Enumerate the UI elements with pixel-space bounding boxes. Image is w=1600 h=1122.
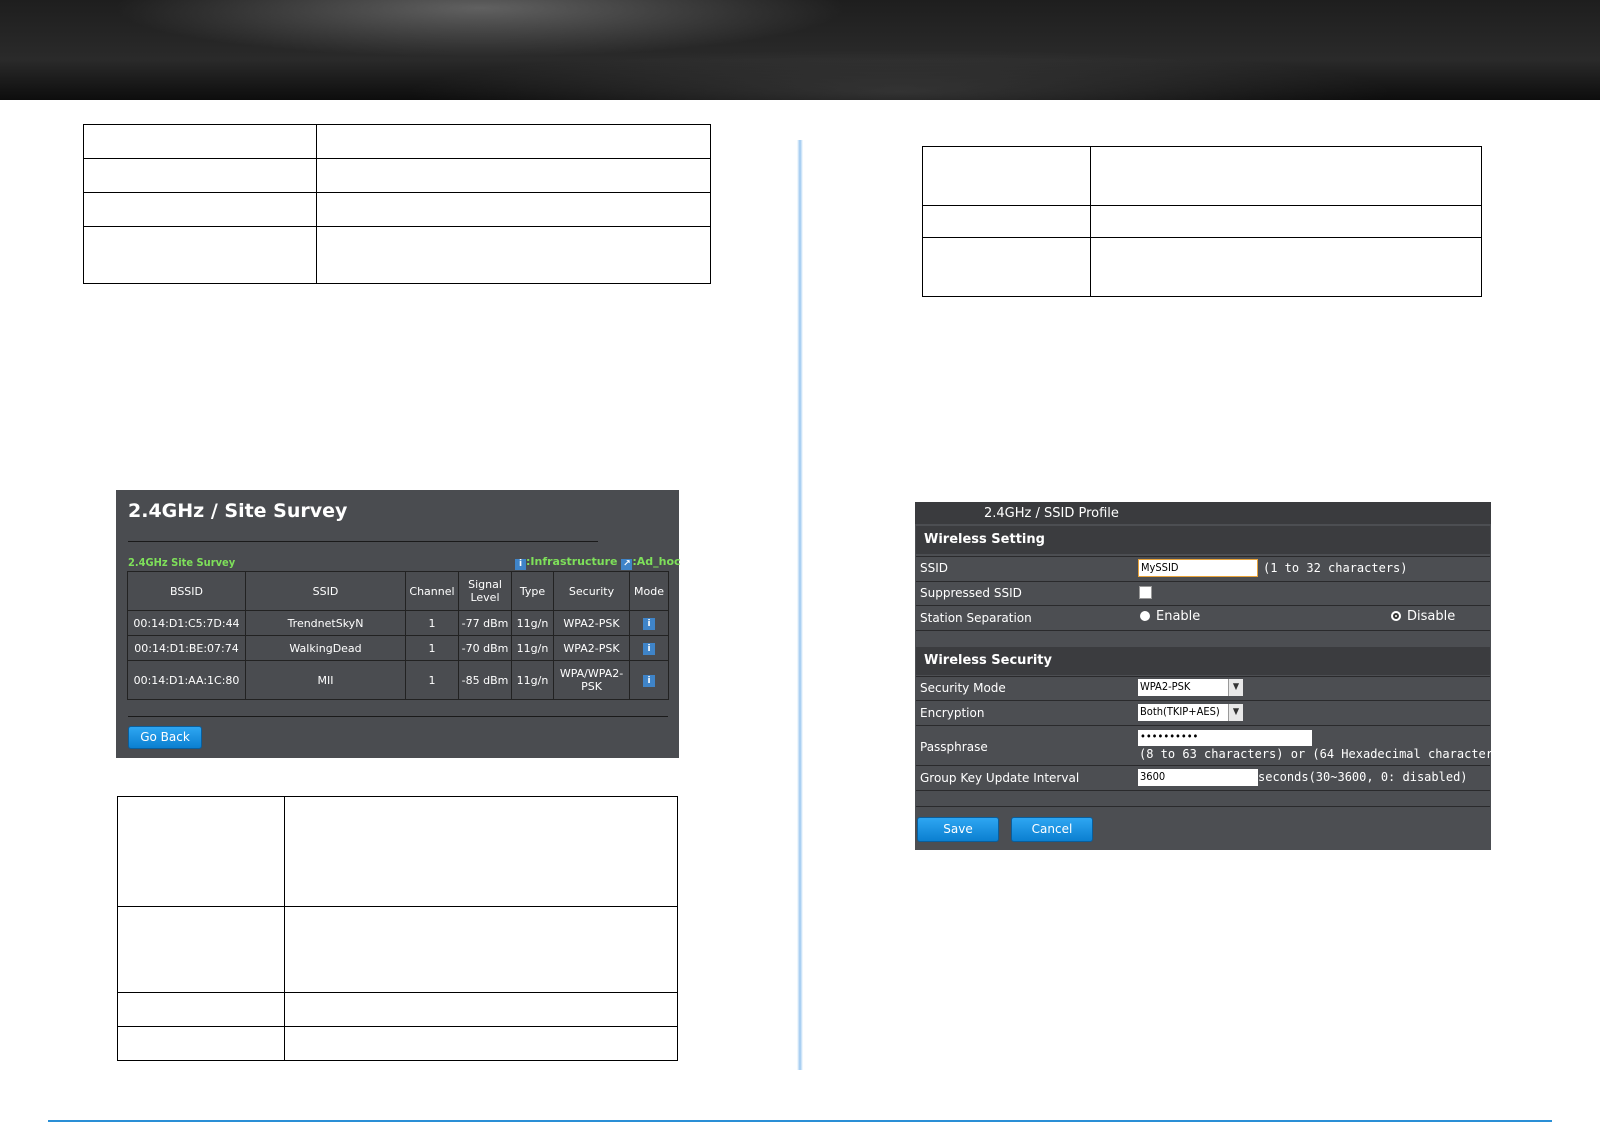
site-survey-table: BSSID SSID Channel Signal Level Type Sec… [127, 571, 669, 700]
row-divider [916, 630, 1490, 631]
row-divider [916, 581, 1490, 582]
site-survey-subtitle: 2.4GHz Site Survey [128, 556, 236, 569]
col-signal-level: Signal Level [458, 571, 512, 611]
suppressed-ssid-label: Suppressed SSID [920, 586, 1022, 600]
save-button[interactable]: Save [917, 817, 999, 842]
cell-bssid: 00:14:D1:AA:1C:80 [127, 660, 246, 700]
cell-signal: -70 dBm [458, 635, 512, 661]
header-banner [0, 0, 1600, 100]
site-survey-title: 2.4GHz / Site Survey [128, 500, 348, 522]
row-divider [916, 700, 1490, 701]
ssid-note: (1 to 32 characters) [1263, 561, 1408, 575]
legend-infrastructure: :Infrastructure [526, 555, 618, 568]
site-survey-bottom-rule [128, 716, 668, 717]
wireless-security-header: Wireless Security [916, 647, 1490, 675]
col-security: Security [553, 571, 630, 611]
cell-mode[interactable]: i [629, 610, 669, 636]
station-separation-label: Station Separation [920, 611, 1032, 625]
legend-adhoc: :Ad_hoc [632, 555, 681, 568]
chevron-down-icon: ▼ [1228, 704, 1243, 721]
page-divider [797, 140, 803, 1070]
adhoc-icon: ↗ [621, 559, 633, 570]
security-mode-select[interactable]: WPA2-PSK ▼ [1138, 679, 1243, 696]
disable-radio[interactable] [1391, 611, 1401, 621]
info-icon[interactable]: i [643, 643, 655, 655]
encryption-select[interactable]: Both(TKIP+AES) ▼ [1138, 704, 1243, 721]
ssid-profile-title: 2.4GHz / SSID Profile [984, 506, 1119, 521]
encryption-label: Encryption [920, 706, 985, 720]
col-ssid: SSID [245, 571, 406, 611]
info-icon[interactable]: i [643, 675, 655, 687]
security-mode-value: WPA2-PSK [1140, 680, 1191, 693]
col-channel: Channel [405, 571, 459, 611]
row-divider [916, 806, 1490, 807]
suppressed-ssid-checkbox[interactable] [1139, 586, 1152, 599]
passphrase-label: Passphrase [920, 740, 988, 754]
info-icon[interactable]: i [643, 618, 655, 630]
cell-ssid: TrendnetSkyN [245, 610, 406, 636]
wireless-setting-header: Wireless Setting [916, 526, 1490, 554]
cell-bssid: 00:14:D1:C5:7D:44 [127, 610, 246, 636]
site-survey-title-rule [128, 541, 598, 542]
table-row: 00:14:D1:BE:07:74 WalkingDead 1 -70 dBm … [127, 635, 669, 661]
disable-label: Disable [1407, 609, 1456, 624]
row-divider [916, 676, 1490, 677]
row-divider [916, 556, 1490, 557]
cell-channel: 1 [405, 635, 459, 661]
cell-type: 11g/n [511, 660, 554, 700]
encryption-value: Both(TKIP+AES) [1140, 705, 1220, 718]
cell-type: 11g/n [511, 610, 554, 636]
col-mode: Mode [629, 571, 669, 611]
passphrase-input[interactable]: •••••••••• [1138, 730, 1312, 746]
cell-signal: -77 dBm [458, 610, 512, 636]
cell-security: WPA2-PSK [553, 635, 630, 661]
table-row: 00:14:D1:AA:1C:80 MII 1 -85 dBm 11g/n WP… [127, 660, 669, 700]
go-back-button[interactable]: Go Back [128, 726, 202, 749]
cancel-button[interactable]: Cancel [1011, 817, 1093, 842]
top-left-empty-table [83, 124, 711, 284]
infrastructure-icon: i [515, 559, 526, 570]
row-divider [916, 790, 1490, 791]
cell-ssid: MII [245, 660, 406, 700]
table-row: 00:14:D1:C5:7D:44 TrendnetSkyN 1 -77 dBm… [127, 610, 669, 636]
row-divider [916, 605, 1490, 606]
security-mode-label: Security Mode [920, 681, 1006, 695]
cell-signal: -85 dBm [458, 660, 512, 700]
cell-type: 11g/n [511, 635, 554, 661]
cell-channel: 1 [405, 660, 459, 700]
mode-legend: i:Infrastructure ↗:Ad_hoc [515, 555, 681, 570]
enable-label: Enable [1156, 609, 1201, 624]
enable-radio[interactable] [1140, 611, 1150, 621]
chevron-down-icon: ▼ [1228, 679, 1243, 696]
group-key-label: Group Key Update Interval [920, 771, 1080, 785]
table-header-row: BSSID SSID Channel Signal Level Type Sec… [127, 571, 669, 611]
group-key-note: seconds(30~3600, 0: disabled) [1258, 770, 1468, 784]
cell-mode[interactable]: i [629, 635, 669, 661]
top-right-empty-table [922, 146, 1482, 297]
passphrase-note: (8 to 63 characters) or (64 Hexadecimal … [1139, 747, 1508, 761]
bottom-left-empty-table [117, 796, 678, 1061]
ssid-input[interactable]: MySSID [1138, 559, 1258, 577]
col-type: Type [511, 571, 554, 611]
cell-mode[interactable]: i [629, 660, 669, 700]
group-key-input[interactable]: 3600 [1138, 769, 1258, 786]
ssid-label: SSID [920, 561, 949, 575]
col-bssid: BSSID [127, 571, 246, 611]
row-divider [916, 725, 1490, 726]
cell-security: WPA2-PSK [553, 610, 630, 636]
cell-ssid: WalkingDead [245, 635, 406, 661]
row-divider [916, 765, 1490, 766]
cell-security: WPA/WPA2-PSK [553, 660, 630, 700]
cell-bssid: 00:14:D1:BE:07:74 [127, 635, 246, 661]
cell-channel: 1 [405, 610, 459, 636]
